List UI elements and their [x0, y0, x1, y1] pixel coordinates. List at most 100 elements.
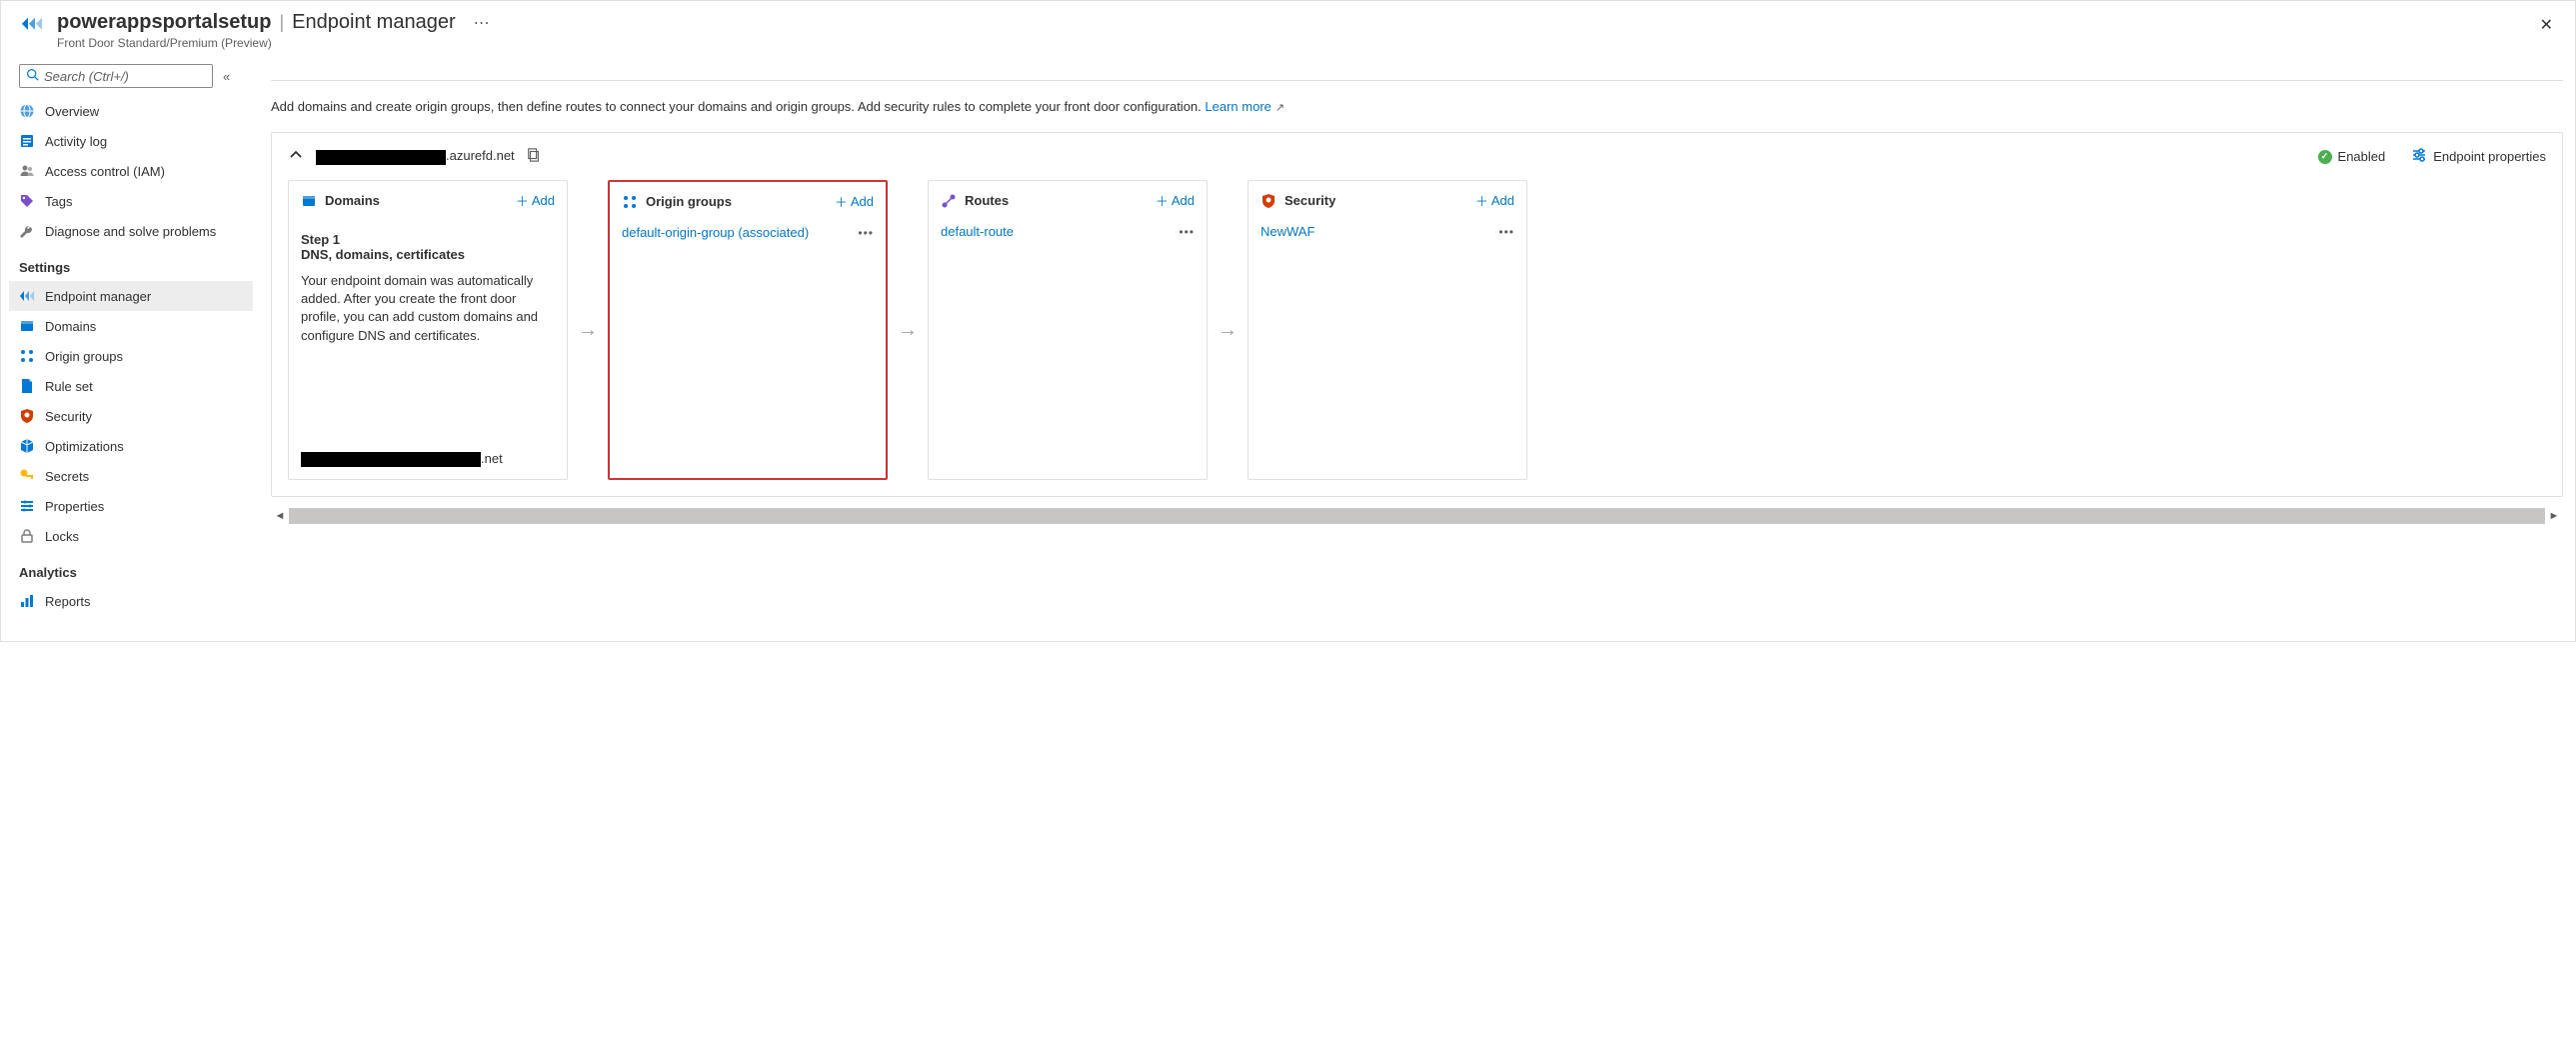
card-domains: Domains ＋Add Step 1 DNS, domains, certif…	[288, 180, 568, 480]
endpoint-properties-link[interactable]: Endpoint properties	[2411, 147, 2546, 166]
resource-name: powerappsportalsetup	[57, 11, 271, 34]
step-description: Your endpoint domain was automatically a…	[301, 272, 555, 345]
sidebar-item-label: Properties	[45, 499, 104, 514]
shield-icon	[19, 408, 35, 424]
origin-group-link[interactable]: default-origin-group (associated)	[622, 225, 809, 240]
document-icon	[19, 378, 35, 394]
redacted-hostname	[316, 150, 446, 165]
intro-body: Add domains and create origin groups, th…	[271, 99, 1202, 114]
tag-icon	[19, 193, 35, 209]
origin-group-icon	[622, 194, 638, 210]
sidebar-item-diagnose[interactable]: Diagnose and solve problems	[9, 216, 253, 246]
route-link[interactable]: default-route	[941, 224, 1014, 239]
card-title: Routes	[965, 193, 1148, 208]
arrow-right-icon: →	[1208, 180, 1248, 480]
shield-icon	[1261, 193, 1277, 209]
plus-icon: ＋	[516, 191, 529, 210]
sidebar-item-label: Optimizations	[45, 439, 124, 454]
search-input[interactable]	[44, 69, 206, 84]
sidebar-item-label: Activity log	[45, 134, 107, 149]
sidebar-item-endpoint-manager[interactable]: Endpoint manager	[9, 281, 253, 311]
step-heading: DNS, domains, certificates	[301, 247, 555, 262]
sidebar-item-tags[interactable]: Tags	[9, 186, 253, 216]
more-icon[interactable]: •••	[1498, 225, 1514, 239]
sidebar-item-label: Overview	[45, 104, 99, 119]
external-link-icon: ↗	[1276, 102, 1285, 114]
scroll-right-icon[interactable]: ►	[2545, 507, 2563, 525]
status-enabled: ✓ Enabled	[2318, 149, 2386, 164]
security-link[interactable]: NewWAF	[1261, 224, 1314, 239]
sidebar-item-label: Tags	[45, 194, 72, 209]
endpoint-host: .azurefd.net	[316, 148, 515, 164]
sidebar-item-domains[interactable]: Domains	[9, 311, 253, 341]
log-icon	[19, 133, 35, 149]
sidebar-item-properties[interactable]: Properties	[9, 491, 253, 521]
scroll-left-icon[interactable]: ◄	[271, 507, 289, 525]
people-icon	[19, 163, 35, 179]
card-title: Security	[1285, 193, 1467, 208]
card-origin-groups: Origin groups ＋Add default-origin-group …	[608, 180, 888, 480]
plus-icon: ＋	[835, 192, 848, 211]
sidebar-item-access-control[interactable]: Access control (IAM)	[9, 156, 253, 186]
sidebar-section-analytics: Analytics	[19, 565, 253, 580]
sidebar: « Overview Activity log Access control (…	[1, 56, 253, 641]
card-title: Domains	[325, 193, 508, 208]
cube-icon	[19, 438, 35, 454]
add-domain-button[interactable]: ＋Add	[516, 191, 555, 210]
key-icon	[19, 468, 35, 484]
sidebar-item-locks[interactable]: Locks	[9, 521, 253, 551]
chevron-up-icon[interactable]	[288, 147, 304, 166]
frontdoor-icon	[19, 288, 35, 304]
sidebar-item-label: Origin groups	[45, 349, 123, 364]
step-number: Step 1	[301, 232, 555, 247]
sidebar-item-label: Security	[45, 409, 92, 424]
sidebar-item-label: Domains	[45, 319, 96, 334]
sidebar-item-activity-log[interactable]: Activity log	[9, 126, 253, 156]
collapse-sidebar-icon[interactable]: «	[223, 69, 230, 84]
add-security-button[interactable]: ＋Add	[1475, 191, 1514, 210]
copy-icon[interactable]	[527, 148, 541, 165]
plus-icon: ＋	[1475, 191, 1488, 210]
sidebar-item-label: Secrets	[45, 469, 89, 484]
more-icon[interactable]: ⋯	[474, 13, 490, 33]
sidebar-item-secrets[interactable]: Secrets	[9, 461, 253, 491]
add-origin-group-button[interactable]: ＋Add	[835, 192, 874, 211]
domain-suffix: .net	[481, 451, 503, 466]
endpoint-card: .azurefd.net ✓ Enabled Endpoint p	[271, 132, 2563, 497]
arrow-right-icon: →	[888, 180, 928, 480]
scrollbar-track[interactable]	[289, 508, 2545, 524]
host-suffix: .azurefd.net	[446, 148, 515, 163]
frontdoor-icon	[21, 15, 49, 35]
card-title: Origin groups	[646, 194, 827, 209]
add-route-button[interactable]: ＋Add	[1156, 191, 1195, 210]
main-content: Add domains and create origin groups, th…	[253, 56, 2575, 641]
sidebar-item-optimizations[interactable]: Optimizations	[9, 431, 253, 461]
sidebar-item-reports[interactable]: Reports	[9, 586, 253, 616]
status-label: Enabled	[2338, 149, 2386, 164]
endpoint-properties-label: Endpoint properties	[2433, 149, 2546, 164]
resource-type: Front Door Standard/Premium (Preview)	[57, 36, 2555, 50]
sidebar-item-rule-set[interactable]: Rule set	[9, 371, 253, 401]
domain-entry: .net	[289, 445, 567, 479]
sidebar-item-label: Access control (IAM)	[45, 164, 165, 179]
chart-icon	[19, 593, 35, 609]
redacted-domain	[301, 452, 481, 467]
sidebar-item-label: Rule set	[45, 379, 93, 394]
sidebar-item-overview[interactable]: Overview	[9, 96, 253, 126]
card-routes: Routes ＋Add default-route •••	[928, 180, 1208, 480]
close-icon[interactable]: ✕	[2540, 15, 2553, 35]
arrow-right-icon: →	[568, 180, 608, 480]
card-security: Security ＋Add NewWAF •••	[1248, 180, 1527, 480]
page-header: powerappsportalsetup | Endpoint manager …	[1, 1, 2575, 56]
more-icon[interactable]: •••	[858, 226, 874, 240]
route-icon	[941, 193, 957, 209]
title-separator: |	[279, 12, 284, 33]
learn-more-link[interactable]: Learn more	[1205, 99, 1271, 114]
horizontal-scrollbar[interactable]: ◄ ►	[271, 507, 2563, 525]
search-box[interactable]	[19, 64, 213, 88]
more-icon[interactable]: •••	[1179, 225, 1195, 239]
sidebar-item-origin-groups[interactable]: Origin groups	[9, 341, 253, 371]
sidebar-item-security[interactable]: Security	[9, 401, 253, 431]
sidebar-item-label: Diagnose and solve problems	[45, 224, 216, 239]
sidebar-section-settings: Settings	[19, 260, 253, 275]
